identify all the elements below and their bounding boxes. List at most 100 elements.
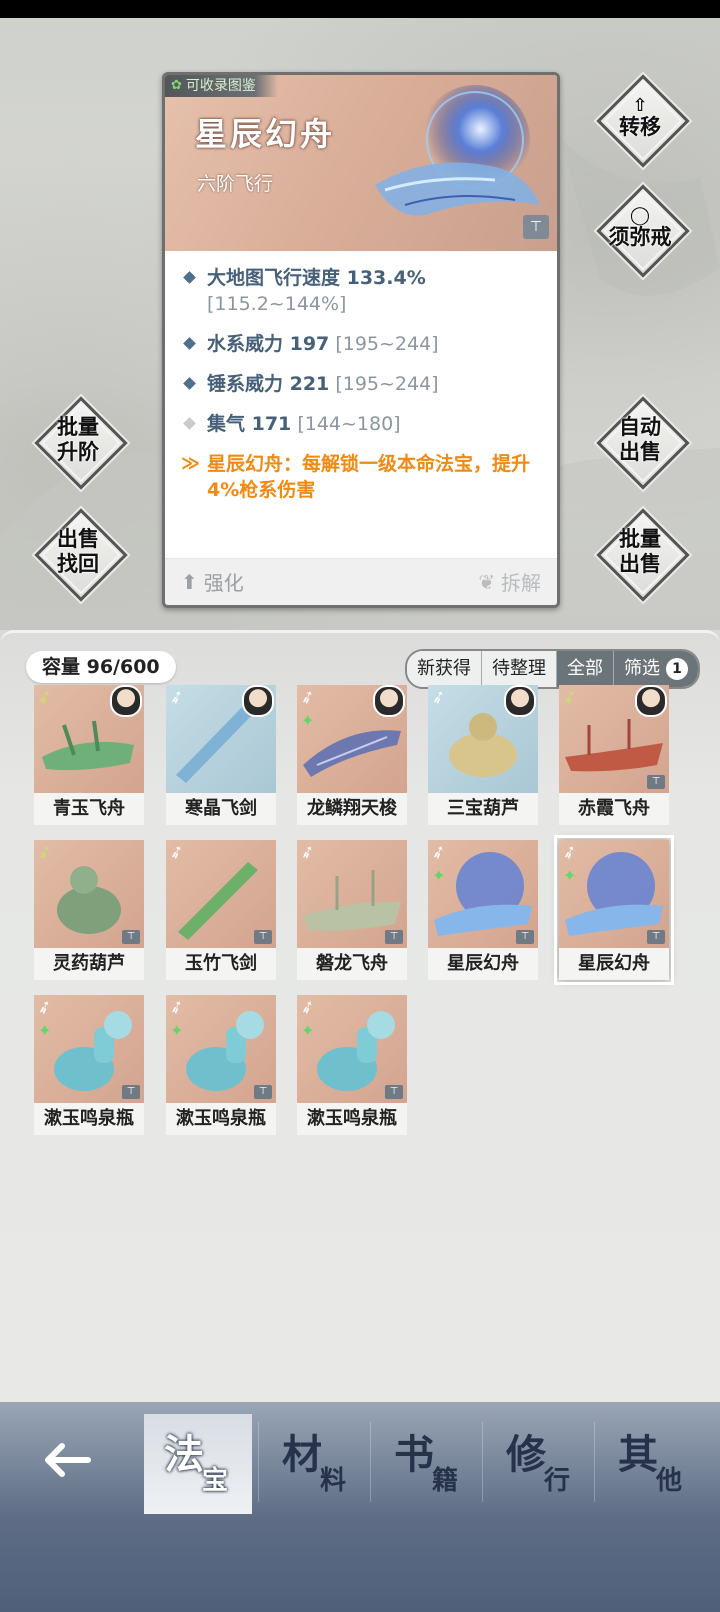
inventory-item[interactable]: ➶ 青玉飞舟 bbox=[34, 685, 144, 825]
tab-new[interactable]: 新获得 bbox=[407, 651, 482, 687]
avatar bbox=[242, 685, 274, 717]
lock-icon: ⊤ bbox=[385, 930, 403, 944]
avatar bbox=[373, 685, 405, 717]
inventory-item[interactable]: ➶ ⊤ 灵药葫芦 bbox=[34, 840, 144, 980]
lock-icon: ⊤ bbox=[516, 930, 534, 944]
item-name: 漱玉鸣泉瓶 bbox=[297, 1103, 407, 1135]
dismantle-icon: ❦ bbox=[478, 569, 495, 594]
green-mark-icon: ✦ bbox=[301, 1021, 315, 1040]
item-name: 漱玉鸣泉瓶 bbox=[166, 1103, 276, 1135]
diamond-bullet-icon bbox=[183, 417, 196, 430]
lock-icon[interactable]: ⊤ bbox=[523, 215, 549, 239]
item-name: 玉竹飞剑 bbox=[166, 948, 276, 980]
inventory-item[interactable]: ➶ 寒晶飞剑 bbox=[166, 685, 276, 825]
inventory-item[interactable]: ➶ ⊤ 赤霞飞舟 bbox=[559, 685, 669, 825]
item-image: ➶ bbox=[428, 685, 538, 793]
batch-sell-button[interactable]: 批量 出售 bbox=[596, 508, 690, 602]
filter-bar: 新获得 待整理 全部 筛选 1 bbox=[405, 649, 700, 689]
lock-icon: ⊤ bbox=[647, 775, 665, 789]
item-image: ➶ bbox=[34, 685, 144, 793]
batch-upgrade-button[interactable]: 批量 升阶 bbox=[34, 396, 128, 490]
item-grade: 六阶飞行 bbox=[197, 173, 274, 195]
collectible-badge-label: 可收录图鉴 bbox=[185, 78, 256, 94]
item-image: ➶ ✦ ⊤ bbox=[559, 840, 669, 948]
tab-treasure[interactable]: 法 宝 bbox=[144, 1414, 252, 1514]
stat-line: 水系威力 197 [195~244] bbox=[181, 331, 543, 357]
item-name: 漱玉鸣泉瓶 bbox=[34, 1103, 144, 1135]
inventory-item[interactable]: ➶ ✦ ⊤ 漱玉鸣泉瓶 bbox=[297, 995, 407, 1135]
item-name: 磐龙飞舟 bbox=[297, 948, 407, 980]
item-detail-header: ✿ 可收录图鉴 星辰幻舟 六阶飞行 ⊤ bbox=[165, 75, 557, 251]
dismantle-button[interactable]: ❦ 拆解 bbox=[478, 567, 541, 596]
avatar bbox=[504, 685, 536, 717]
enhance-label: 强化 bbox=[203, 571, 244, 595]
lock-icon: ⊤ bbox=[122, 1085, 140, 1099]
xumi-ring-button[interactable]: ◯ 须弥戒 bbox=[596, 184, 690, 278]
special-effect: ≫ 星辰幻舟：每解锁一级本命法宝，提升4%枪系伤害 bbox=[181, 451, 543, 503]
item-image: ➶ ✦ ⊤ bbox=[34, 995, 144, 1103]
inventory-item[interactable]: ➶ 三宝葫芦 bbox=[428, 685, 538, 825]
card-actions: ⬆ 强化 ❦ 拆解 bbox=[165, 558, 557, 605]
stat-value: 大地图飞行速度 133.4% bbox=[207, 267, 426, 289]
diamond-bullet-icon bbox=[183, 377, 196, 390]
item-image: ➶ ⊤ bbox=[166, 840, 276, 948]
tab-to-organize[interactable]: 待整理 bbox=[482, 651, 557, 687]
inventory-item[interactable]: ➶ ✦ ⊤ 漱玉鸣泉瓶 bbox=[166, 995, 276, 1135]
green-mark-icon: ✦ bbox=[432, 866, 446, 885]
inventory-item[interactable]: ➶ ⊤ 磐龙飞舟 bbox=[297, 840, 407, 980]
item-name: 星辰幻舟 bbox=[428, 948, 538, 980]
item-name: 寒晶飞剑 bbox=[166, 793, 276, 825]
filter-count-badge: 1 bbox=[666, 658, 688, 680]
sell-recover-button[interactable]: 出售 找回 bbox=[34, 508, 128, 602]
star-boat-artwork bbox=[375, 85, 540, 216]
bottom-nav: 法 宝 材 料 书 籍 修 行 其 他 bbox=[0, 1402, 720, 1612]
green-mark-icon: ✦ bbox=[38, 1021, 52, 1040]
filter-label: 筛选 bbox=[624, 658, 660, 679]
avatar bbox=[635, 685, 667, 717]
item-name: 星辰幻舟 bbox=[559, 948, 669, 980]
item-name: 灵药葫芦 bbox=[34, 948, 144, 980]
enhance-button[interactable]: ⬆ 强化 bbox=[181, 567, 244, 596]
inventory-item[interactable]: ➶ ✦ ⊤ 星辰幻舟 bbox=[428, 840, 538, 980]
inventory-item[interactable]: ➶ ⊤ 玉竹飞剑 bbox=[166, 840, 276, 980]
inventory-panel: 容量 96/600 新获得 待整理 全部 筛选 1 ➶ 青玉飞舟 ➶ 寒晶飞剑 … bbox=[0, 630, 720, 1433]
item-image: ➶ ⊤ bbox=[297, 840, 407, 948]
lock-icon: ⊤ bbox=[254, 1085, 272, 1099]
tab-books[interactable]: 书 籍 bbox=[374, 1414, 482, 1514]
stat-line: 大地图飞行速度 133.4% [115.2~144%] bbox=[181, 265, 543, 317]
item-name: 青玉飞舟 bbox=[34, 793, 144, 825]
diamond-bullet-icon bbox=[183, 337, 196, 350]
up-arrow-icon: ⬆ bbox=[181, 569, 198, 594]
filter-button[interactable]: 筛选 1 bbox=[614, 651, 698, 687]
tab-cultivation[interactable]: 修 行 bbox=[486, 1414, 594, 1514]
item-image: ➶ ✦ ⊤ bbox=[297, 995, 407, 1103]
item-name: 星辰幻舟 bbox=[195, 115, 336, 153]
inventory-item[interactable]: ➶ ✦ ⊤ 漱玉鸣泉瓶 bbox=[34, 995, 144, 1135]
lock-icon: ⊤ bbox=[647, 930, 665, 944]
lock-icon: ⊤ bbox=[385, 1085, 403, 1099]
tab-other[interactable]: 其 他 bbox=[598, 1414, 706, 1514]
special-effect-text: 星辰幻舟：每解锁一级本命法宝，提升4%枪系伤害 bbox=[207, 453, 531, 501]
stat-range: [195~244] bbox=[329, 333, 439, 355]
tab-materials[interactable]: 材 料 bbox=[262, 1414, 370, 1514]
item-name: 赤霞飞舟 bbox=[559, 793, 669, 825]
collectible-badge: ✿ 可收录图鉴 bbox=[165, 75, 278, 97]
auto-sell-button[interactable]: 自动 出售 bbox=[596, 396, 690, 490]
inventory-item-selected[interactable]: ➶ ✦ ⊤ 星辰幻舟 bbox=[554, 835, 674, 985]
stat-line: 锤系威力 221 [195~244] bbox=[181, 371, 543, 397]
tab-all[interactable]: 全部 bbox=[557, 651, 614, 687]
transfer-button[interactable]: ⇧ 转移 bbox=[596, 74, 690, 168]
item-image: ➶ ⊤ bbox=[34, 840, 144, 948]
back-arrow-icon[interactable] bbox=[38, 1432, 94, 1488]
item-detail-card: ✿ 可收录图鉴 星辰幻舟 六阶飞行 ⊤ 大地图飞行速度 133.4% [115.… bbox=[162, 72, 560, 608]
inventory-item[interactable]: ➶ ✦ 龙鳞翔天梭 bbox=[297, 685, 407, 825]
dismantle-label: 拆解 bbox=[501, 571, 541, 595]
diamond-bullet-icon bbox=[183, 271, 196, 284]
special-effect-icon: ≫ bbox=[181, 453, 200, 474]
stat-value: 集气 171 bbox=[207, 413, 292, 435]
item-image: ➶ ⊤ bbox=[559, 685, 669, 793]
item-image: ➶ ✦ ⊤ bbox=[428, 840, 538, 948]
lock-icon: ⊤ bbox=[122, 930, 140, 944]
stat-range: [144~180] bbox=[291, 413, 401, 435]
stat-range: [195~244] bbox=[329, 373, 439, 395]
